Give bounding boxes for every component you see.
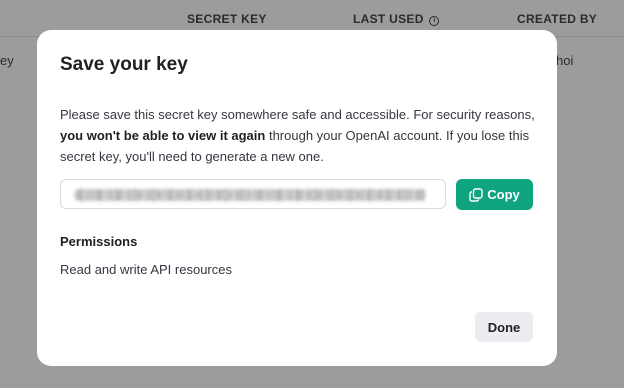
dialog-description: Please save this secret key somewhere sa… xyxy=(60,104,535,167)
column-header-last-used: LAST USED i xyxy=(353,12,440,26)
row-created-by-fragment: hoi xyxy=(556,53,574,68)
redacted-key-blur-overlay xyxy=(75,191,425,199)
column-header-secret-key: SECRET KEY xyxy=(187,12,267,26)
column-header-created-by: CREATED BY xyxy=(517,12,598,26)
done-button-label: Done xyxy=(487,319,521,335)
row-name-fragment: ey xyxy=(0,53,14,68)
save-key-dialog: Save your key Please save this secret ke… xyxy=(37,30,557,366)
column-header-last-used-label: LAST USED xyxy=(353,12,424,26)
permissions-heading: Permissions xyxy=(60,234,138,249)
dialog-title: Save your key xyxy=(60,54,188,75)
secret-key-field[interactable] xyxy=(60,179,446,209)
copy-button[interactable]: Copy xyxy=(456,179,533,210)
description-part1: Please save this secret key somewhere sa… xyxy=(60,107,535,122)
copy-button-label: Copy xyxy=(487,187,520,202)
done-button[interactable]: Done xyxy=(475,312,533,342)
copy-icon xyxy=(469,187,483,202)
description-bold: you won't be able to view it again xyxy=(60,128,266,143)
permissions-value: Read and write API resources xyxy=(60,262,232,277)
info-icon: i xyxy=(429,16,440,26)
